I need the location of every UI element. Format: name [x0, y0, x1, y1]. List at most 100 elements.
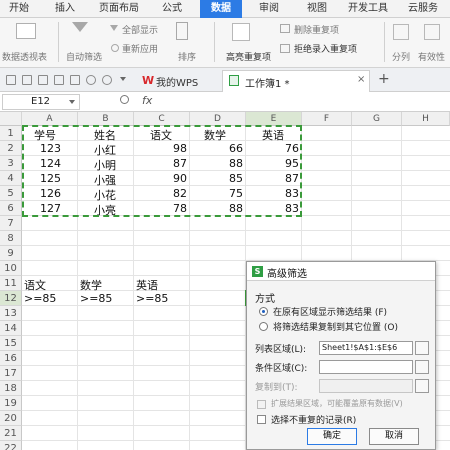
reject-duplicates-button[interactable]: 拒绝录入重复项: [294, 42, 357, 55]
row-header[interactable]: 11: [0, 276, 22, 291]
close-tab-icon[interactable]: ×: [357, 74, 365, 85]
row-header[interactable]: 21: [0, 426, 22, 441]
unique-records-label[interactable]: 选择不重复的记录(R): [271, 413, 356, 426]
column-header[interactable]: A: [22, 112, 78, 126]
open-icon[interactable]: [6, 75, 16, 85]
tab-formulas[interactable]: 公式: [152, 0, 192, 18]
tab-insert[interactable]: 插入: [46, 0, 84, 18]
print-icon[interactable]: [38, 75, 48, 85]
copy-to-picker-icon[interactable]: [415, 379, 429, 393]
redo-icon[interactable]: [102, 75, 112, 85]
row-header[interactable]: 6: [0, 201, 22, 216]
tab-cloud[interactable]: 云服务: [400, 0, 446, 18]
validity-icon: [424, 24, 440, 40]
criteria-range-picker-icon[interactable]: [415, 360, 429, 374]
workbook-tab[interactable]: 工作簿1 * ×: [222, 70, 370, 92]
ribbon-divider: [384, 22, 385, 62]
copy-to-location-label[interactable]: 将筛选结果复制到其它位置 (O): [273, 320, 398, 333]
row-header[interactable]: 7: [0, 216, 22, 231]
split-column-button[interactable]: 分列: [392, 50, 410, 63]
list-range-input[interactable]: Sheet1!$A$1:$E$6: [319, 341, 413, 355]
tab-data[interactable]: 数据: [200, 0, 242, 18]
criteria-value-cell[interactable]: >=85: [24, 292, 56, 305]
criteria-range-input[interactable]: [319, 360, 413, 374]
row-header[interactable]: 20: [0, 411, 22, 426]
name-box[interactable]: E12: [2, 94, 80, 110]
criteria-header-cell[interactable]: 语文: [24, 277, 46, 293]
row-header[interactable]: 17: [0, 366, 22, 381]
row-header[interactable]: 19: [0, 396, 22, 411]
sort-button[interactable]: 排序: [178, 50, 196, 63]
column-header[interactable]: F: [302, 112, 352, 126]
row-header[interactable]: 18: [0, 381, 22, 396]
row-header[interactable]: 22: [0, 441, 22, 450]
split-column-icon: [393, 24, 409, 40]
tab-home[interactable]: 开始: [0, 0, 38, 18]
row-header[interactable]: 5: [0, 186, 22, 201]
highlight-duplicates-icon: [232, 23, 250, 41]
undo-icon[interactable]: [86, 75, 96, 85]
formula-bar: E12 fx: [0, 92, 450, 112]
preview-icon[interactable]: [54, 75, 64, 85]
column-header[interactable]: B: [78, 112, 134, 126]
show-all-button[interactable]: 全部显示: [122, 23, 158, 36]
criteria-header-cell[interactable]: 英语: [136, 277, 158, 293]
row-header[interactable]: 10: [0, 261, 22, 276]
tab-view[interactable]: 视图: [298, 0, 336, 18]
tab-review[interactable]: 审阅: [250, 0, 288, 18]
workbook-tab-label: 工作簿1 *: [245, 79, 290, 90]
advanced-filter-dialog: S 高级筛选 方式 在原有区域显示筛选结果 (F) 将筛选结果复制到其它位置 (…: [246, 261, 436, 450]
ribbon-divider: [58, 22, 59, 62]
tab-developer[interactable]: 开发工具: [340, 0, 396, 18]
column-header[interactable]: H: [402, 112, 450, 126]
row-header[interactable]: 12: [0, 291, 22, 306]
row-header[interactable]: 15: [0, 336, 22, 351]
tab-page-layout[interactable]: 页面布局: [92, 0, 146, 18]
row-header[interactable]: 1: [0, 126, 22, 141]
unique-records-checkbox[interactable]: [257, 415, 266, 424]
criteria-header-cell[interactable]: 数学: [80, 277, 102, 293]
fx-icon[interactable]: fx: [142, 94, 152, 107]
chevron-down-icon[interactable]: [69, 100, 75, 104]
save-icon[interactable]: [22, 75, 32, 85]
chevron-down-icon[interactable]: [120, 77, 126, 81]
reapply-button[interactable]: 重新应用: [122, 42, 158, 55]
filter-in-place-radio[interactable]: [259, 307, 268, 316]
highlight-duplicates-button[interactable]: 高亮重复项: [226, 50, 271, 63]
criteria-value-cell[interactable]: >=85: [80, 292, 112, 305]
column-header[interactable]: E: [246, 112, 302, 126]
column-header[interactable]: C: [134, 112, 190, 126]
pivot-table-button[interactable]: 数据透视表: [2, 50, 47, 63]
select-all-corner[interactable]: [0, 112, 22, 126]
criteria-value-cell[interactable]: >=85: [136, 292, 168, 305]
row-header[interactable]: 3: [0, 156, 22, 171]
formula-input[interactable]: [160, 94, 448, 110]
row-header[interactable]: 9: [0, 246, 22, 261]
filter-icon: [72, 22, 88, 32]
expand-results-checkbox[interactable]: [257, 400, 266, 409]
copy-to-location-radio[interactable]: [259, 322, 268, 331]
wps-home-tab[interactable]: W 我的WPS: [136, 71, 218, 90]
search-icon[interactable]: [120, 95, 129, 104]
new-tab-icon[interactable]: +: [378, 71, 390, 87]
reapply-icon: [111, 44, 119, 52]
column-header[interactable]: D: [190, 112, 246, 126]
filter-in-place-label[interactable]: 在原有区域显示筛选结果 (F): [273, 305, 387, 318]
delete-duplicates-button[interactable]: 删除重复项: [294, 23, 339, 36]
row-header[interactable]: 8: [0, 231, 22, 246]
format-painter-icon[interactable]: [70, 75, 80, 85]
column-header[interactable]: G: [352, 112, 402, 126]
row-header[interactable]: 14: [0, 321, 22, 336]
cancel-button[interactable]: 取消: [369, 428, 419, 445]
row-header[interactable]: 16: [0, 351, 22, 366]
row-header[interactable]: 4: [0, 171, 22, 186]
validity-button[interactable]: 有效性: [418, 50, 445, 63]
ok-button[interactable]: 确定: [307, 428, 357, 445]
ribbon-data-panel: 数据透视表 自动筛选 全部显示 重新应用 排序 高亮重复项 删除重复项 拒绝录入…: [0, 18, 450, 68]
row-header[interactable]: 2: [0, 141, 22, 156]
row-header[interactable]: 13: [0, 306, 22, 321]
dialog-title-bar[interactable]: S 高级筛选: [247, 262, 435, 281]
copy-to-input[interactable]: [319, 379, 413, 393]
list-range-picker-icon[interactable]: [415, 341, 429, 355]
auto-filter-button[interactable]: 自动筛选: [66, 50, 102, 63]
